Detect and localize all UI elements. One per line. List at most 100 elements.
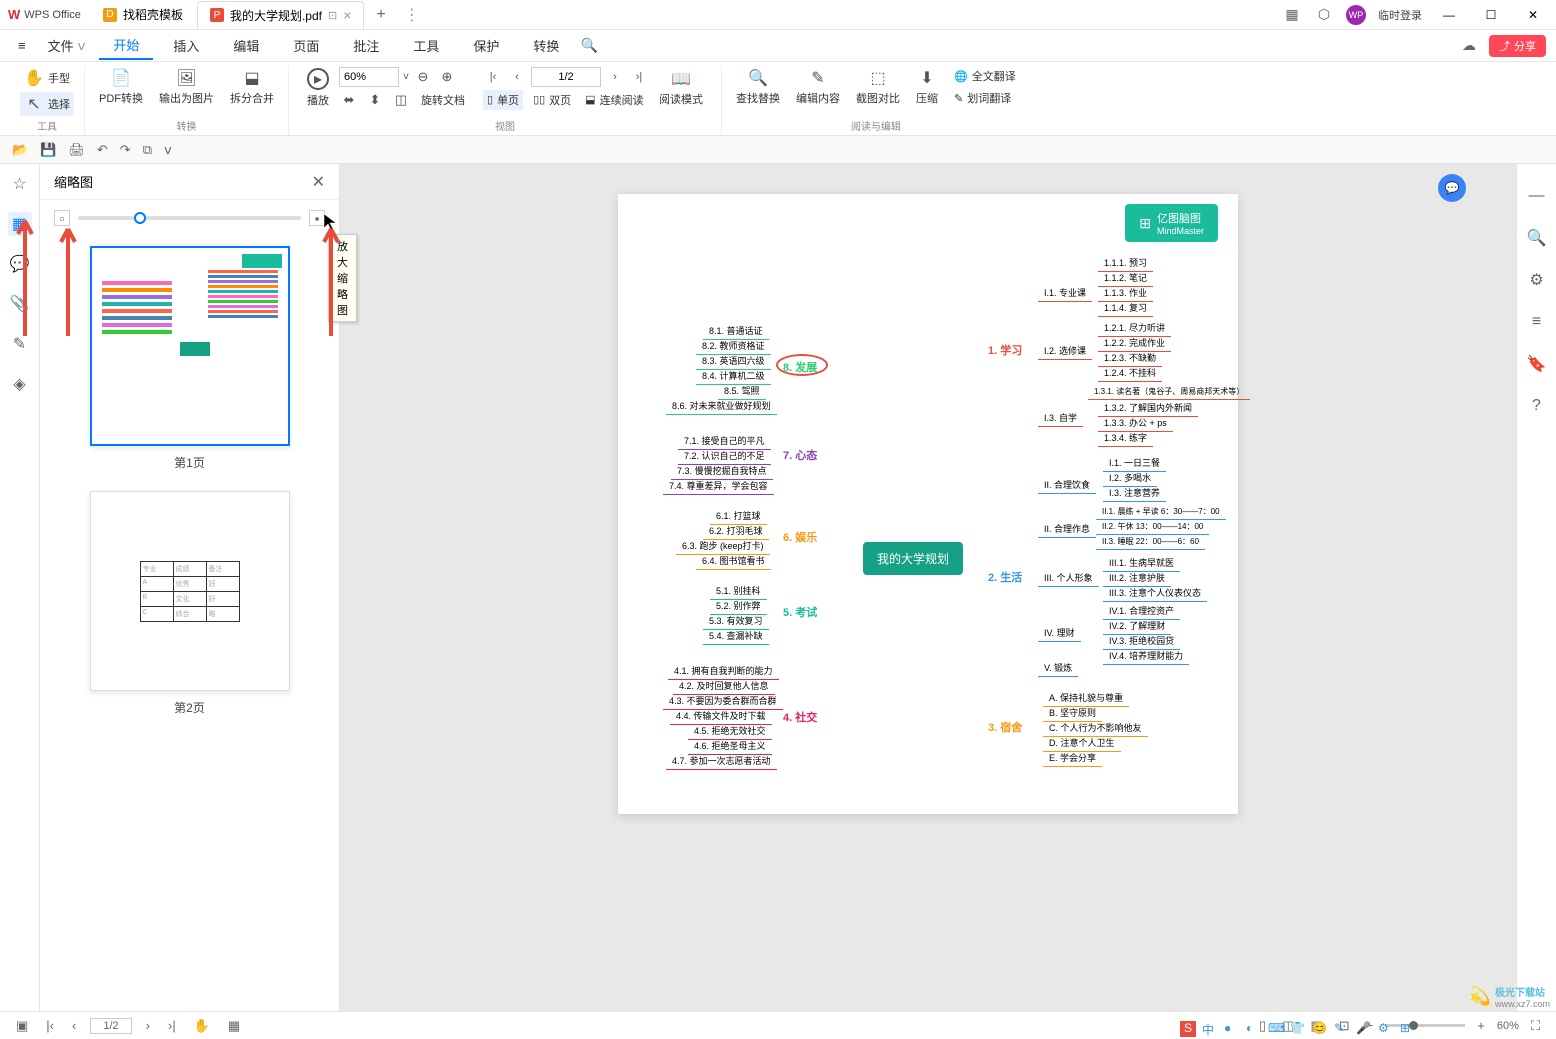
page-input[interactable] [531,67,601,87]
prev-page-bb-icon[interactable]: ‹ [68,1018,80,1033]
read-mode-button[interactable]: 📖阅读模式 [655,67,707,109]
maximize-button[interactable]: ☐ [1476,3,1506,27]
tray-icon-3[interactable]: ⌨ [1268,1021,1284,1037]
undo-icon[interactable]: ↶ [97,142,108,158]
close-window-button[interactable]: ✕ [1518,3,1548,27]
minus-icon[interactable]: — [1525,184,1549,208]
fit-width-icon[interactable]: ⬌ [339,90,359,110]
chevron-down-icon[interactable]: ⅴ [164,142,172,158]
search-icon[interactable]: 🔍 [579,36,599,56]
file-menu[interactable]: 文件 ⅴ [40,32,94,59]
split-merge-button[interactable]: ⬓拆分合并 [226,66,278,108]
zoom-out-icon[interactable]: ⊖ [413,67,433,87]
open-icon[interactable]: 📂 [12,142,28,158]
layout-icon[interactable]: ▦ [1282,5,1302,25]
bookmark-icon[interactable]: ☆ [8,172,32,196]
tray-icon-2[interactable]: ◐ [1246,1021,1262,1037]
thumbnail-page-1[interactable]: 第1页 [54,246,325,471]
compress-button[interactable]: ⬇压缩 [912,66,942,108]
fulltext-translate-button[interactable]: 🌐 全文翻译 [950,66,1020,86]
zoom-input[interactable] [339,67,399,87]
signature-icon[interactable]: ✎ [8,332,32,356]
close-icon[interactable]: × [343,7,351,23]
find-replace-button[interactable]: 🔍查找替换 [732,66,784,108]
copy-icon[interactable]: ⧉ [143,142,152,158]
first-page-bb-icon[interactable]: |‹ [42,1018,58,1033]
zoom-value[interactable]: 60% [1497,1020,1519,1032]
rotate-button[interactable]: 旋转文档 [417,90,469,110]
pdf-convert-button[interactable]: 📄PDF转换 [95,66,147,108]
login-status[interactable]: 临时登录 [1378,7,1422,23]
close-panel-icon[interactable]: ✕ [312,172,325,192]
tray-icon-8[interactable]: ⚙ [1378,1021,1394,1037]
bookmark-side-icon[interactable]: 🔖 [1525,352,1549,376]
attachment-icon[interactable]: 📎 [8,292,32,316]
search-side-icon[interactable]: 🔍 [1525,226,1549,250]
zoom-out-thumb-icon[interactable]: ▫ [54,210,70,226]
filter-icon[interactable]: ≡ [1525,310,1549,334]
print-icon[interactable]: 🖨 [68,142,85,158]
single-page-button[interactable]: ▯ 单页 [483,90,523,110]
layout-bb-icon[interactable]: ▦ [224,1018,244,1034]
play-button[interactable]: ▸播放 [303,66,333,110]
last-page-bb-icon[interactable]: ›| [164,1018,180,1033]
prev-page-icon[interactable]: ‹ [507,67,527,87]
export-image-button[interactable]: 🖼输出为图片 [155,66,218,108]
menu-convert[interactable]: 转换 [519,32,573,59]
slider-handle[interactable] [134,212,146,224]
last-page-icon[interactable]: ›| [629,67,649,87]
actual-size-icon[interactable]: ◫ [391,90,411,110]
tab-document[interactable]: P 我的大学规划.pdf ⊡ × [197,1,364,29]
minimize-button[interactable]: — [1434,3,1464,27]
hand-bb-icon[interactable]: ✋ [190,1018,214,1034]
comment-icon[interactable]: 💬 [8,252,32,276]
fit-page-icon[interactable]: ⬍ [365,90,385,110]
hamburger-icon[interactable]: ≡ [10,34,34,57]
menu-insert[interactable]: 插入 [159,32,213,59]
add-tab-button[interactable]: + [366,6,395,24]
settings-icon[interactable]: ⚙ [1525,268,1549,292]
tray-icon-9[interactable]: ⊞ [1400,1021,1416,1037]
menu-annotate[interactable]: 批注 [339,32,393,59]
page-indicator[interactable]: 1/2 [90,1018,131,1034]
tray-icon-4[interactable]: 👕 [1290,1021,1306,1037]
next-page-bb-icon[interactable]: › [142,1018,154,1033]
select-tool-button[interactable]: ↖选择 [20,92,74,116]
thumb-zoom-slider[interactable] [78,216,301,220]
sidebar-toggle-icon[interactable]: ▣ [12,1018,32,1034]
redo-icon[interactable]: ↷ [120,142,131,158]
assistant-bubble[interactable]: 💬 [1438,174,1466,202]
help-icon[interactable]: ? [1525,394,1549,418]
continuous-button[interactable]: ⬓ 连续阅读 [581,90,647,110]
tab-pin-icon[interactable]: ⊡ [328,9,337,22]
zoom-in-bb-icon[interactable]: + [1473,1018,1489,1033]
cube-icon[interactable]: ⬡ [1314,5,1334,25]
first-page-icon[interactable]: |‹ [483,67,503,87]
fullscreen-icon[interactable]: ⛶ [1527,1018,1544,1034]
cloud-icon[interactable]: ☁ [1459,36,1479,56]
tray-icon-1[interactable]: ● [1224,1021,1240,1037]
menu-edit[interactable]: 编辑 [219,32,273,59]
menu-page[interactable]: 页面 [279,32,333,59]
menu-protect[interactable]: 保护 [459,32,513,59]
save-icon[interactable]: 💾 [40,142,56,158]
next-page-icon[interactable]: › [605,67,625,87]
zoom-in-icon[interactable]: ⊕ [437,67,457,87]
zoom-in-thumb-icon[interactable]: ▪ [309,210,325,226]
tray-icon-6[interactable]: ✎ [1334,1021,1350,1037]
share-button[interactable]: ⤴ 分享 [1489,35,1546,57]
menu-start[interactable]: 开始 [99,31,153,60]
tab-menu-icon[interactable]: ⋮ [398,5,426,25]
hand-tool-button[interactable]: ✋手型 [20,66,74,90]
screenshot-compare-button[interactable]: ⬚截图对比 [852,66,904,108]
menu-tool[interactable]: 工具 [399,32,453,59]
double-page-button[interactable]: ▯▯ 双页 [529,90,575,110]
tab-template[interactable]: D 找稻壳模板 [91,1,195,29]
tray-icon-7[interactable]: 🎤 [1356,1021,1372,1037]
edit-content-button[interactable]: ✎编辑内容 [792,66,844,108]
ime-icon[interactable]: 中 [1202,1021,1218,1037]
thumbnail-icon[interactable]: ▦ [8,212,32,236]
sogou-icon[interactable]: S [1180,1021,1196,1037]
thumbnail-page-2[interactable]: 专业成绩备注 A优秀好 B文化好 C综合略 第2页 [54,491,325,716]
layers-icon[interactable]: ◈ [8,372,32,396]
